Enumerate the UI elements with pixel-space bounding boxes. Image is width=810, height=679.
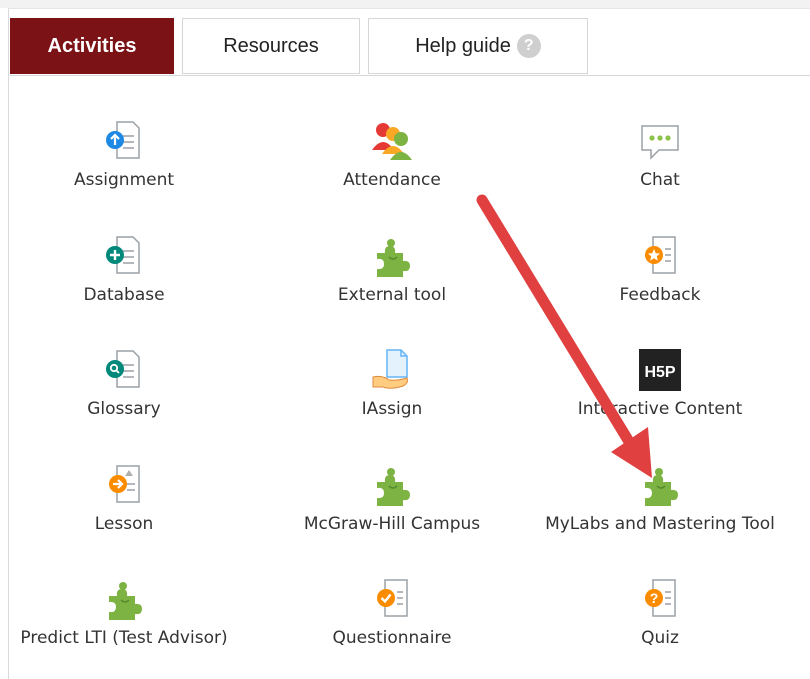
activity-label: McGraw-Hill Campus — [303, 514, 481, 534]
svg-text:?: ? — [650, 590, 659, 606]
chat-icon — [641, 125, 679, 160]
questionnaire-icon — [377, 579, 408, 617]
activity-label: Interactive Content — [577, 399, 743, 419]
h5p-icon-text: H5P — [644, 364, 675, 381]
activity-label: Predict LTI (Test Advisor) — [20, 628, 228, 648]
activity-label: External tool — [337, 285, 447, 305]
activity-questionnaire[interactable]: Questionnaire — [262, 576, 522, 672]
lesson-icon — [109, 465, 140, 503]
database-icon — [106, 236, 140, 274]
assignment-icon — [106, 121, 140, 159]
glossary-icon — [106, 350, 140, 388]
activity-external-tool[interactable]: External tool — [262, 233, 522, 329]
activity-mylabs-mastering-tool[interactable]: MyLabs and Mastering Tool — [530, 462, 790, 558]
activity-label: Lesson — [94, 514, 154, 534]
attendance-icon — [372, 123, 412, 160]
activity-iassign[interactable]: IAssign — [262, 347, 522, 443]
activity-label: Glossary — [87, 399, 161, 419]
activity-assignment[interactable]: Assignment — [0, 118, 254, 214]
h5p-icon: H5P — [639, 349, 681, 391]
activity-label: Database — [83, 285, 165, 305]
activity-lesson[interactable]: Lesson — [0, 462, 254, 558]
puzzle-icon — [109, 582, 142, 620]
activity-label: IAssign — [361, 399, 423, 419]
activity-label: Questionnaire — [332, 628, 452, 648]
activity-predict-lti[interactable]: Predict LTI (Test Advisor) — [0, 576, 254, 672]
activity-label: MyLabs and Mastering Tool — [545, 514, 775, 534]
activity-feedback[interactable]: Feedback — [530, 233, 790, 329]
activity-attendance[interactable]: Attendance — [262, 118, 522, 214]
activity-quiz[interactable]: ? Quiz — [530, 576, 790, 672]
activity-chat[interactable]: Chat — [530, 118, 790, 214]
activity-database[interactable]: Database — [0, 233, 254, 329]
activity-interactive-content[interactable]: H5P Interactive Content — [530, 347, 790, 443]
activity-label: Chat — [640, 170, 680, 190]
feedback-icon — [645, 236, 676, 274]
activity-glossary[interactable]: Glossary — [0, 347, 254, 443]
activity-label: Assignment — [73, 170, 175, 190]
activity-label: Feedback — [619, 285, 701, 305]
puzzle-icon — [645, 468, 678, 506]
quiz-icon: ? — [645, 579, 676, 617]
puzzle-icon — [377, 468, 410, 506]
activity-label: Attendance — [343, 170, 441, 190]
iassign-icon — [372, 349, 408, 389]
activity-mcgraw-hill-campus[interactable]: McGraw-Hill Campus — [262, 462, 522, 558]
activity-label: Quiz — [641, 628, 679, 648]
activity-grid: Assignment Attendance Chat Database Exte… — [0, 0, 810, 672]
puzzle-icon — [377, 239, 410, 277]
